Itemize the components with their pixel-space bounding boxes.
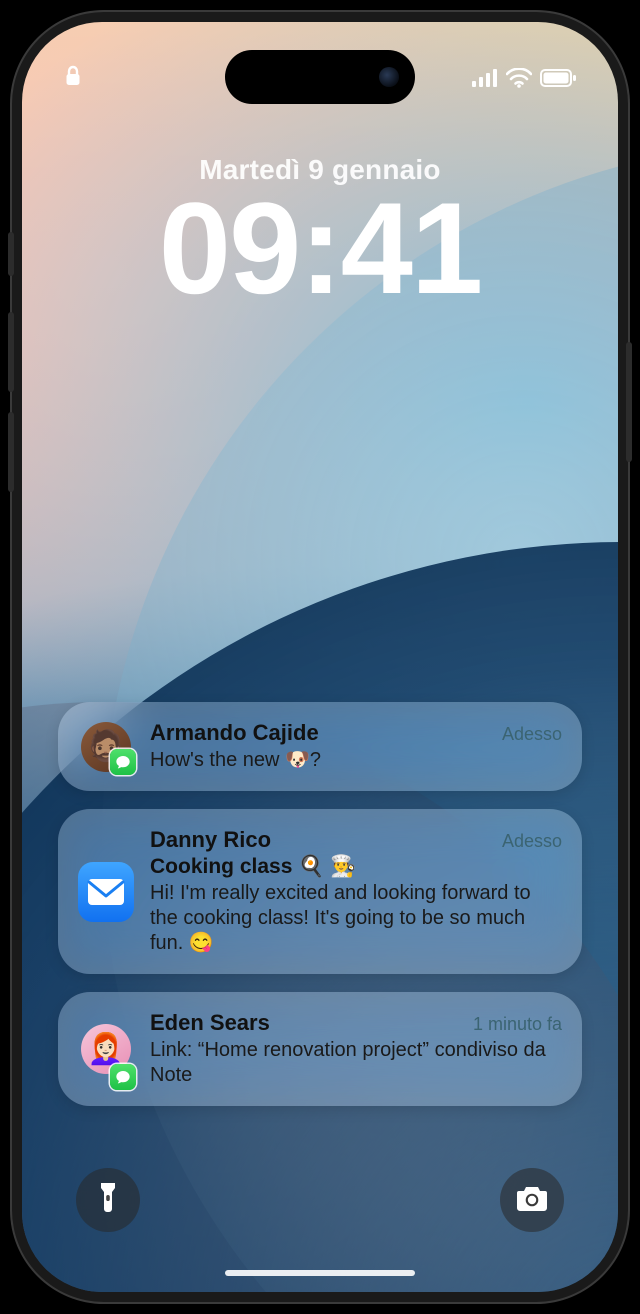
- power-button[interactable]: [626, 342, 632, 462]
- messages-app-badge-icon: [110, 749, 136, 775]
- mail-app-icon: [78, 862, 134, 922]
- phone-frame: Martedì 9 gennaio 09:41 🧔🏽 Armando Cajid…: [12, 12, 628, 1302]
- silence-switch[interactable]: [8, 232, 14, 276]
- notification-timestamp: Adesso: [502, 724, 562, 745]
- flashlight-button[interactable]: [76, 1168, 140, 1232]
- notification-sender: Eden Sears: [150, 1010, 270, 1036]
- notification-avatar: 🧔🏽: [78, 720, 134, 773]
- notification-timestamp: 1 minuto fa: [473, 1014, 562, 1035]
- notification-body: Hi! I'm really excited and looking forwa…: [150, 881, 562, 956]
- home-indicator[interactable]: [225, 1270, 415, 1276]
- camera-icon: [515, 1184, 549, 1217]
- volume-up-button[interactable]: [8, 312, 14, 392]
- battery-icon: [540, 69, 576, 87]
- notification-list: 🧔🏽 Armando Cajide Adesso How's the new 🐶…: [58, 702, 582, 1106]
- messages-app-badge-icon: [110, 1064, 136, 1090]
- notification-sender: Danny Rico: [150, 827, 271, 853]
- notification-timestamp: Adesso: [502, 831, 562, 852]
- notification-item[interactable]: Danny Rico Adesso Cooking class 🍳 👨‍🍳 Hi…: [58, 809, 582, 974]
- notification-body: How's the new 🐶?: [150, 748, 562, 773]
- camera-button[interactable]: [500, 1168, 564, 1232]
- notification-avatar: 👩🏻‍🦰: [78, 1010, 134, 1088]
- notification-app-icon: [78, 827, 134, 956]
- flashlight-icon: [95, 1181, 121, 1220]
- lock-icon: [64, 65, 82, 92]
- cellular-signal-icon: [472, 69, 498, 87]
- lock-screen[interactable]: Martedì 9 gennaio 09:41 🧔🏽 Armando Cajid…: [22, 22, 618, 1292]
- dynamic-island[interactable]: [225, 50, 415, 104]
- notification-sender: Armando Cajide: [150, 720, 319, 746]
- lockscreen-time: 09:41: [22, 180, 618, 317]
- notification-item[interactable]: 👩🏻‍🦰 Eden Sears 1 minuto fa Link: “Home …: [58, 992, 582, 1106]
- notification-body: Link: “Home renovation project” condivis…: [150, 1038, 562, 1088]
- volume-down-button[interactable]: [8, 412, 14, 492]
- wifi-icon: [506, 68, 532, 88]
- avatar-emoji: 👩🏻‍🦰: [87, 1032, 124, 1067]
- notification-item[interactable]: 🧔🏽 Armando Cajide Adesso How's the new 🐶…: [58, 702, 582, 791]
- notification-subject: Cooking class 🍳 👨‍🍳: [150, 855, 562, 879]
